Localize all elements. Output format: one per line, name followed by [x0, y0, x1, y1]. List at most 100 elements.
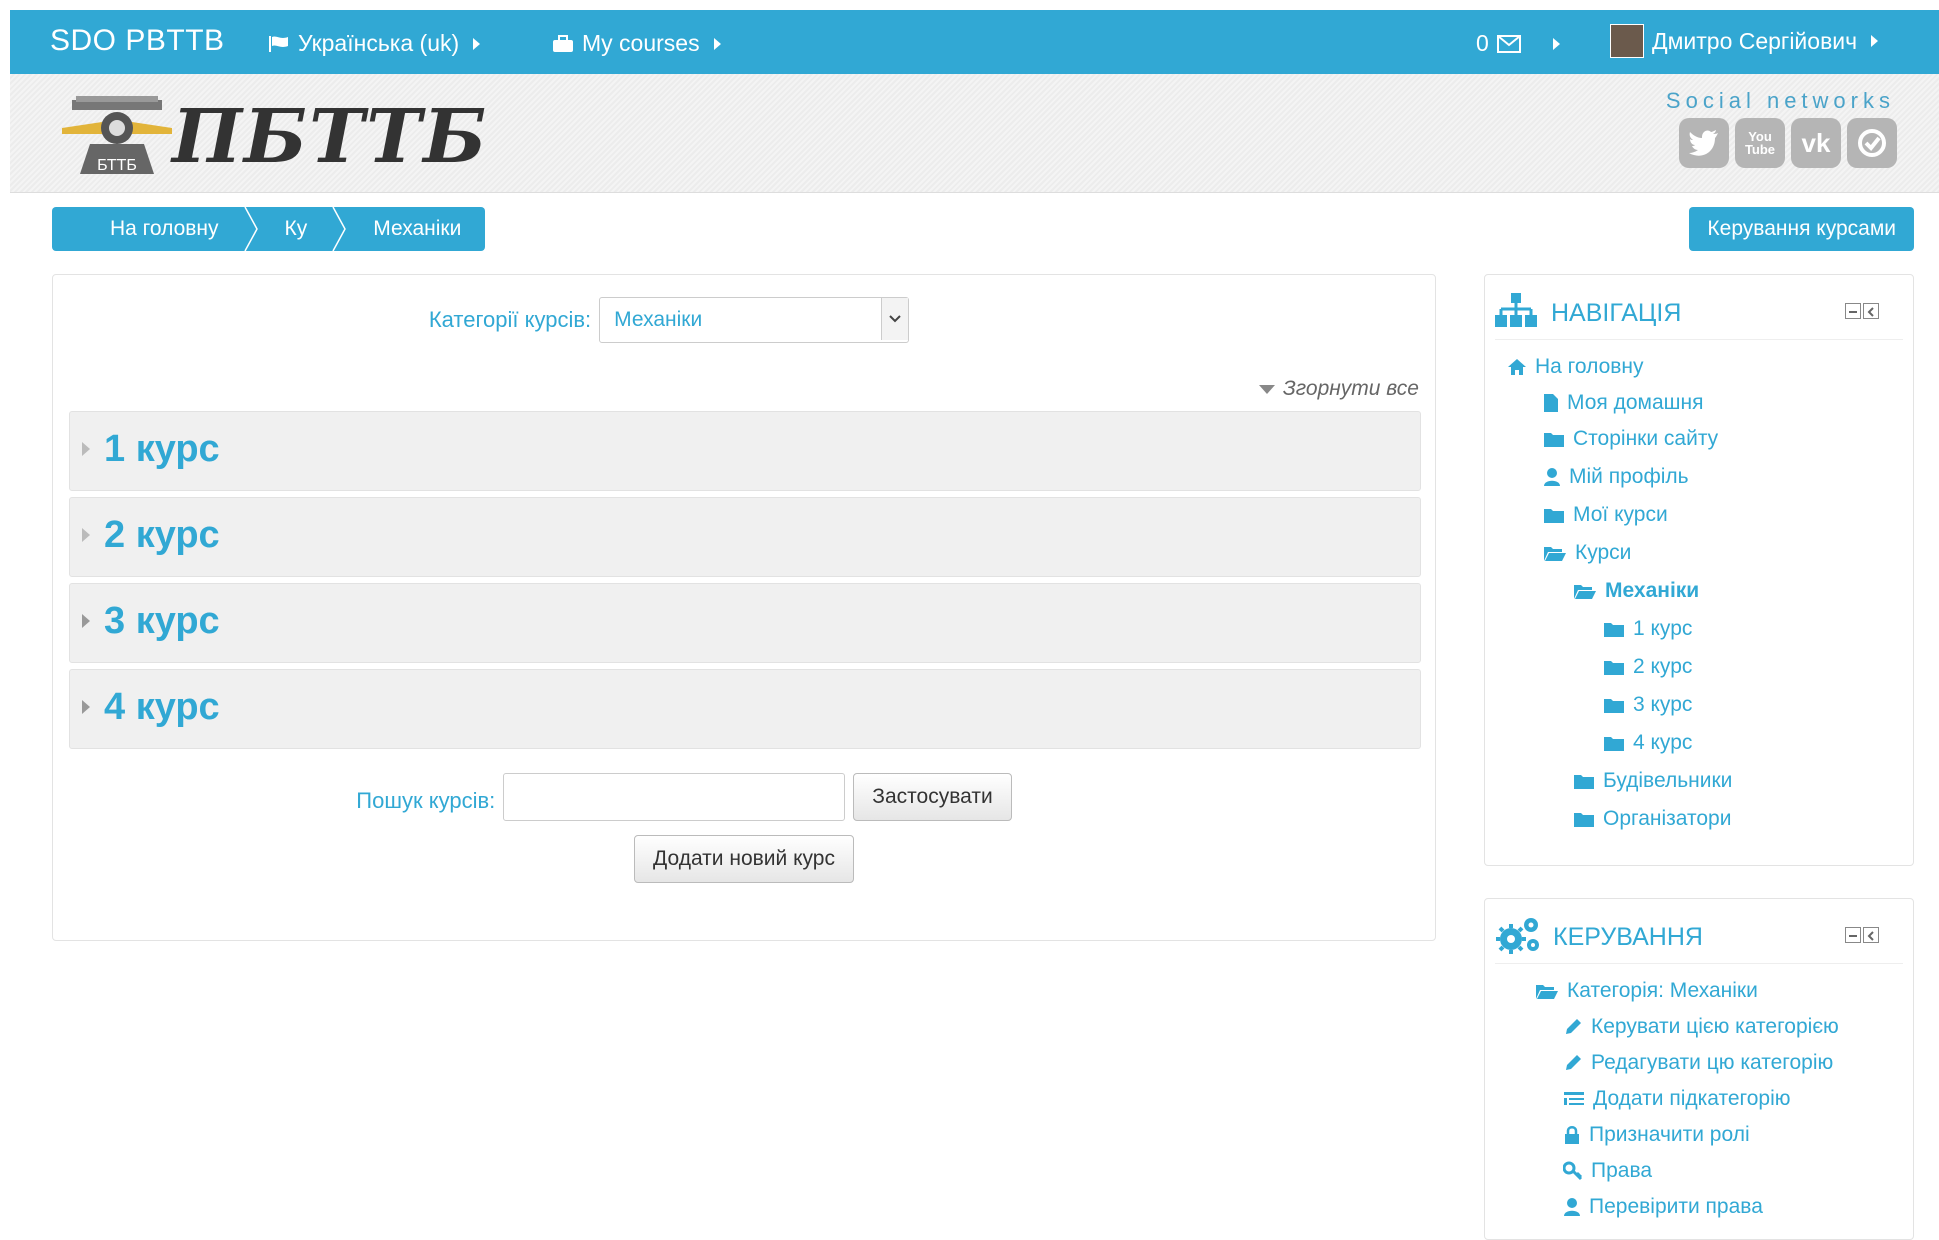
nav-item-site-pages[interactable]: Сторінки сайту	[1543, 427, 1718, 451]
category-select[interactable]: Механіки	[599, 297, 910, 343]
briefcase-icon	[553, 34, 573, 52]
messages-menu[interactable]: 0	[1476, 30, 1560, 57]
search-label: Пошук курсів:	[356, 788, 496, 813]
gears-icon	[1496, 918, 1539, 954]
admin-item-permissions[interactable]: Права	[1563, 1159, 1652, 1183]
nav-item-builders[interactable]: Будівельники	[1573, 769, 1732, 793]
language-label: Українська (uk)	[298, 30, 460, 56]
nav-item-course-3[interactable]: 3 курс	[1603, 693, 1692, 717]
course-category-item[interactable]: 2 курс	[69, 497, 1421, 577]
nav-item-course-2[interactable]: 2 курс	[1603, 655, 1692, 679]
folder-icon	[1574, 775, 1594, 789]
admin-item-manage-category[interactable]: Керувати цією категорією	[1563, 1015, 1839, 1039]
avatar	[1610, 24, 1644, 58]
key-icon	[1563, 1161, 1583, 1181]
collapse-all-label: Згорнути все	[1282, 377, 1419, 400]
breadcrumb-courses[interactable]: Ку	[260, 207, 332, 251]
minimize-icon[interactable]	[1845, 303, 1861, 319]
admin-item-category[interactable]: Категорія: Механіки	[1535, 979, 1758, 1003]
sitemap-icon	[1495, 293, 1537, 327]
nav-item-organizers[interactable]: Організатори	[1573, 807, 1731, 831]
site-header: БТТБ ПБТТБ Social networks You Tube vk	[10, 74, 1939, 193]
folder-icon	[1604, 699, 1624, 713]
nav-item-course-1[interactable]: 1 курс	[1603, 617, 1692, 641]
nav-item-mechanics[interactable]: Механіки	[1573, 579, 1699, 603]
nav-item-courses[interactable]: Курси	[1543, 541, 1631, 565]
list-icon	[1564, 1092, 1584, 1105]
my-courses-label: My courses	[582, 30, 700, 56]
course-category-name[interactable]: 4 курс	[104, 686, 220, 729]
admin-item-label: Перевірити права	[1589, 1195, 1763, 1218]
youtube-icon[interactable]: You Tube	[1735, 118, 1785, 168]
caret-right-icon	[1871, 35, 1879, 47]
site-logo-text[interactable]: ПБТТБ	[172, 94, 489, 180]
nav-item-label: Моя домашня	[1567, 391, 1704, 414]
course-category-name[interactable]: 3 курс	[104, 600, 220, 643]
user-menu[interactable]: Дмитро Сергійович	[1610, 24, 1879, 58]
breadcrumb-separator	[331, 207, 350, 251]
logo-emblem[interactable]: БТТБ	[62, 94, 172, 174]
site-brand[interactable]: SDO PBTTB	[50, 24, 225, 58]
admin-item-assign-roles[interactable]: Призначити ролі	[1563, 1123, 1750, 1147]
home-icon	[1508, 359, 1526, 375]
user-icon	[1564, 1198, 1580, 1216]
dock-icon[interactable]	[1863, 927, 1879, 943]
my-courses-menu[interactable]: My courses	[552, 30, 721, 57]
dock-icon[interactable]	[1863, 303, 1879, 319]
apply-button[interactable]: Застосувати	[853, 773, 1012, 821]
admin-item-check-permissions[interactable]: Перевірити права	[1563, 1195, 1763, 1219]
nav-item-label: 2 курс	[1633, 655, 1693, 678]
breadcrumb-home[interactable]: На головну	[52, 207, 243, 251]
manage-courses-button[interactable]: Керування курсами	[1689, 207, 1914, 251]
category-select-value: Механіки	[614, 308, 703, 331]
user-icon	[1544, 468, 1560, 486]
folder-open-icon	[1574, 585, 1596, 599]
folder-icon	[1544, 433, 1564, 447]
admin-item-add-subcategory[interactable]: Додати підкатегорію	[1563, 1087, 1791, 1111]
language-menu[interactable]: Українська (uk)	[268, 30, 481, 57]
course-category-item[interactable]: 1 курс	[69, 411, 1421, 491]
breadcrumb: На головну Ку Механіки	[52, 207, 486, 251]
nav-item-label: Будівельники	[1603, 769, 1733, 792]
vk-icon-text: vk	[1801, 127, 1831, 158]
vk-icon[interactable]: vk	[1791, 118, 1841, 168]
social-icons: You Tube vk	[1679, 118, 1897, 168]
course-category-item[interactable]: 4 курс	[69, 669, 1421, 749]
nav-item-dashboard[interactable]: Моя домашня	[1543, 391, 1703, 415]
admin-item-label: Права	[1591, 1159, 1653, 1182]
collapse-all-link[interactable]: Згорнути все	[1258, 377, 1419, 401]
chevron-down-icon	[881, 298, 909, 340]
admin-item-label: Призначити ролі	[1589, 1123, 1750, 1146]
social-networks-label: Social networks	[1665, 88, 1895, 113]
admin-item-label: Додати підкатегорію	[1593, 1087, 1791, 1110]
course-category-item[interactable]: 3 курс	[69, 583, 1421, 663]
search-input[interactable]	[503, 773, 846, 821]
course-category-name[interactable]: 2 курс	[104, 514, 220, 557]
user-name: Дмитро Сергійович	[1652, 27, 1858, 54]
twitter-icon[interactable]	[1679, 118, 1729, 168]
nav-item-home[interactable]: На головну	[1507, 355, 1644, 379]
nav-item-label: Курси	[1575, 541, 1632, 564]
add-course-button[interactable]: Додати новий курс	[634, 835, 854, 883]
course-category-name[interactable]: 1 курс	[104, 428, 220, 471]
web-icon[interactable]	[1847, 118, 1897, 168]
breadcrumb-current[interactable]: Механіки	[349, 207, 486, 251]
nav-item-label: Механіки	[1605, 579, 1700, 602]
admin-item-edit-category[interactable]: Редагувати цю категорію	[1563, 1051, 1833, 1075]
file-icon	[1544, 394, 1558, 412]
administration-block-header: КЕРУВАННЯ	[1495, 907, 1903, 964]
logo-emblem-text: БТТБ	[97, 157, 137, 174]
nav-item-label: 4 курс	[1633, 731, 1693, 754]
add-course-row: Додати новий курс	[53, 835, 1435, 883]
navigation-block-header: НАВІГАЦІЯ	[1495, 283, 1903, 340]
nav-item-label: Мої курси	[1573, 503, 1668, 526]
pencil-icon	[1566, 1019, 1581, 1034]
minimize-icon[interactable]	[1845, 927, 1861, 943]
nav-item-course-4[interactable]: 4 курс	[1603, 731, 1692, 755]
administration-title: КЕРУВАННЯ	[1553, 923, 1703, 951]
nav-item-profile[interactable]: Мій профіль	[1543, 465, 1689, 489]
nav-item-my-courses[interactable]: Мої курси	[1543, 503, 1668, 527]
navigation-title: НАВІГАЦІЯ	[1551, 299, 1682, 327]
top-navbar: SDO PBTTB Українська (uk) My courses 0 Д…	[10, 10, 1939, 74]
expand-icon	[82, 614, 90, 628]
